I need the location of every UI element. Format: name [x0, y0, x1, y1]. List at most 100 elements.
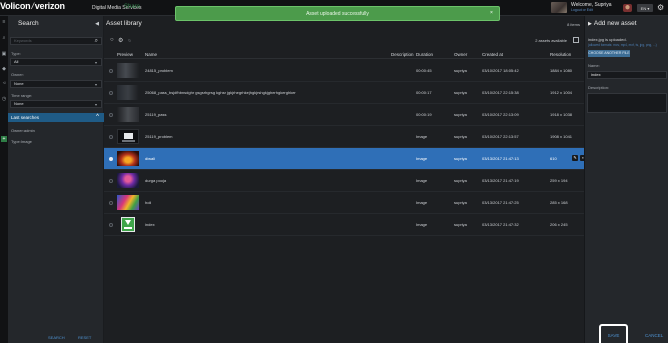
- save-button[interactable]: SAVE: [599, 324, 628, 343]
- table-row[interactable]: 25068_pass_bsjdfhbnsdghr gsgsrhgrsg kghs…: [104, 82, 584, 104]
- asset-thumbnail: [117, 195, 139, 210]
- row-checkbox[interactable]: [109, 223, 113, 227]
- col-description[interactable]: Description: [391, 52, 414, 57]
- row-checkbox[interactable]: [109, 157, 113, 161]
- col-created[interactable]: Created at: [482, 52, 503, 57]
- choose-file-button[interactable]: CHOOSE ANOTHER FILE: [588, 50, 630, 57]
- col-name[interactable]: Name: [145, 52, 157, 57]
- col-preview[interactable]: Preview: [117, 52, 133, 57]
- row-checkbox[interactable]: [109, 135, 113, 139]
- asset-name[interactable]: 25119_problem: [145, 134, 173, 139]
- keywords-input[interactable]: Keywords ⌕: [10, 37, 102, 45]
- row-checkbox[interactable]: [109, 91, 113, 95]
- share-icon[interactable]: ◃: [1, 80, 7, 86]
- table-row[interactable]: index Image supriya 03/13/2017 21:47:32 …: [104, 214, 584, 236]
- table-row-selected[interactable]: diwali Image supriya 03/13/2017 21:47:13…: [104, 148, 586, 170]
- row-checkbox[interactable]: [109, 69, 113, 73]
- col-resolution[interactable]: Resolution: [550, 52, 571, 57]
- table-row[interactable]: 25119_pass 00:00:19 supriya 03/10/2017 2…: [104, 104, 584, 126]
- asset-owner: supriya: [454, 178, 467, 183]
- select-all-icon[interactable]: ○: [110, 37, 114, 43]
- row-checkbox[interactable]: [109, 179, 113, 183]
- clock-icon[interactable]: ◷: [1, 96, 7, 102]
- last-searches-header[interactable]: Last searches ^: [8, 113, 104, 122]
- asset-name[interactable]: 25119_pass: [145, 112, 167, 117]
- collapse-left-icon[interactable]: ◀: [95, 21, 99, 27]
- brand-separator: /: [31, 1, 34, 11]
- asset-owner: supriya: [454, 222, 467, 227]
- asset-created: 03/13/2017 21:47:13: [482, 156, 519, 161]
- chevron-down-icon: ▾: [94, 82, 97, 87]
- col-owner[interactable]: Owner: [454, 52, 467, 57]
- toast-message: Asset uploaded successfully: [306, 10, 369, 17]
- logout-edit-link[interactable]: Logout or Edit: [571, 8, 593, 12]
- save-label: SAVE: [607, 333, 620, 338]
- user-avatar[interactable]: [551, 2, 567, 13]
- search-button[interactable]: SEARCH: [48, 335, 65, 340]
- asset-owner: supriya: [454, 156, 467, 161]
- reset-button[interactable]: RESET: [78, 335, 91, 340]
- brand-verizon: verizon: [34, 1, 65, 11]
- type-label: Type:: [11, 51, 21, 56]
- asset-created: 03/13/2017 21:47:25: [482, 200, 519, 205]
- gear-icon[interactable]: ⚙: [657, 3, 664, 12]
- col-duration[interactable]: Duration: [416, 52, 433, 57]
- asset-created: 03/10/2017 22:13:57: [482, 134, 519, 139]
- asset-resolution: 1908 x 1041: [550, 134, 573, 139]
- time-range-select[interactable]: None ▾: [10, 100, 102, 108]
- upload-status: index.jpg is uploaded.: [588, 37, 627, 42]
- menu-icon[interactable]: ≡: [1, 19, 7, 25]
- table-row[interactable]: 25119_problem Image supriya 03/10/2017 2…: [104, 126, 584, 148]
- language-select[interactable]: EN ▾: [637, 4, 653, 12]
- table-row[interactable]: durga pooja Image supriya 03/13/2017 21:…: [104, 170, 584, 192]
- asset-duration: Image: [416, 134, 428, 139]
- asset-created: 03/10/2017 22:13:09: [482, 112, 519, 117]
- asset-name[interactable]: 24815_problem: [145, 68, 173, 73]
- row-checkbox[interactable]: [109, 113, 113, 117]
- type-select[interactable]: All ▾: [10, 58, 102, 66]
- asset-name[interactable]: 25068_pass_bsjdfhbnsdghr gsgsrhgrsg kghs…: [145, 90, 296, 95]
- asset-name[interactable]: index: [145, 222, 155, 227]
- grid-view-icon[interactable]: [573, 37, 579, 43]
- asset-resolution: 206 x 245: [550, 222, 568, 227]
- last-search-item[interactable]: Type:Image: [11, 139, 32, 144]
- asset-library: Asset library 8 items ○ ⚙ ↻ 2 assets ava…: [104, 16, 586, 343]
- search-icon[interactable]: ⌕: [1, 35, 7, 41]
- owner-select[interactable]: None ▾: [10, 80, 102, 88]
- asset-resolution: 259 x 194: [550, 178, 568, 183]
- plus-icon[interactable]: +: [1, 136, 7, 142]
- items-count: 8 items: [567, 22, 580, 27]
- add-asset-title[interactable]: ▶ Add new asset: [588, 20, 637, 27]
- search-icon[interactable]: ⌕: [95, 38, 98, 45]
- asset-duration: Image: [416, 222, 428, 227]
- time-range-label: Time range:: [11, 93, 33, 98]
- asset-name[interactable]: diwali: [145, 156, 155, 161]
- settings-gear-icon[interactable]: ⚙: [118, 37, 123, 44]
- asset-created: 03/13/2017 21:47:32: [482, 222, 519, 227]
- asset-owner: supriya: [454, 112, 467, 117]
- asset-thumbnail: [117, 85, 139, 100]
- add-asset-label: Add new asset: [593, 20, 637, 27]
- asset-thumbnail: [117, 151, 139, 166]
- keywords-placeholder: Keywords: [14, 38, 32, 43]
- library-title: Asset library: [106, 20, 142, 27]
- profile-icon[interactable]: [623, 4, 632, 12]
- time-range-value: None: [14, 101, 24, 106]
- tag-icon[interactable]: ◆: [1, 66, 7, 72]
- row-checkbox[interactable]: [109, 201, 113, 205]
- close-icon[interactable]: ×: [490, 11, 495, 16]
- share-link[interactable]: Share: [124, 4, 140, 10]
- refresh-icon[interactable]: ↻: [128, 38, 131, 43]
- asset-name[interactable]: holi: [145, 200, 151, 205]
- table-row[interactable]: 24815_problem 00:00:45 supriya 03/10/201…: [104, 60, 584, 82]
- last-search-item[interactable]: Owner:admin: [11, 128, 35, 133]
- edit-icon[interactable]: ✎: [572, 155, 578, 161]
- name-field[interactable]: index: [587, 71, 667, 79]
- chat-icon[interactable]: ▣: [1, 51, 7, 57]
- table-row[interactable]: holi Image supriya 03/13/2017 21:47:25 2…: [104, 192, 584, 214]
- asset-name[interactable]: durga pooja: [145, 178, 166, 183]
- asset-resolution: 1918 x 1038: [550, 112, 573, 117]
- brand-logo[interactable]: Volicon/verizon: [0, 1, 65, 11]
- cancel-button[interactable]: CANCEL: [645, 333, 663, 338]
- description-field[interactable]: [587, 93, 667, 113]
